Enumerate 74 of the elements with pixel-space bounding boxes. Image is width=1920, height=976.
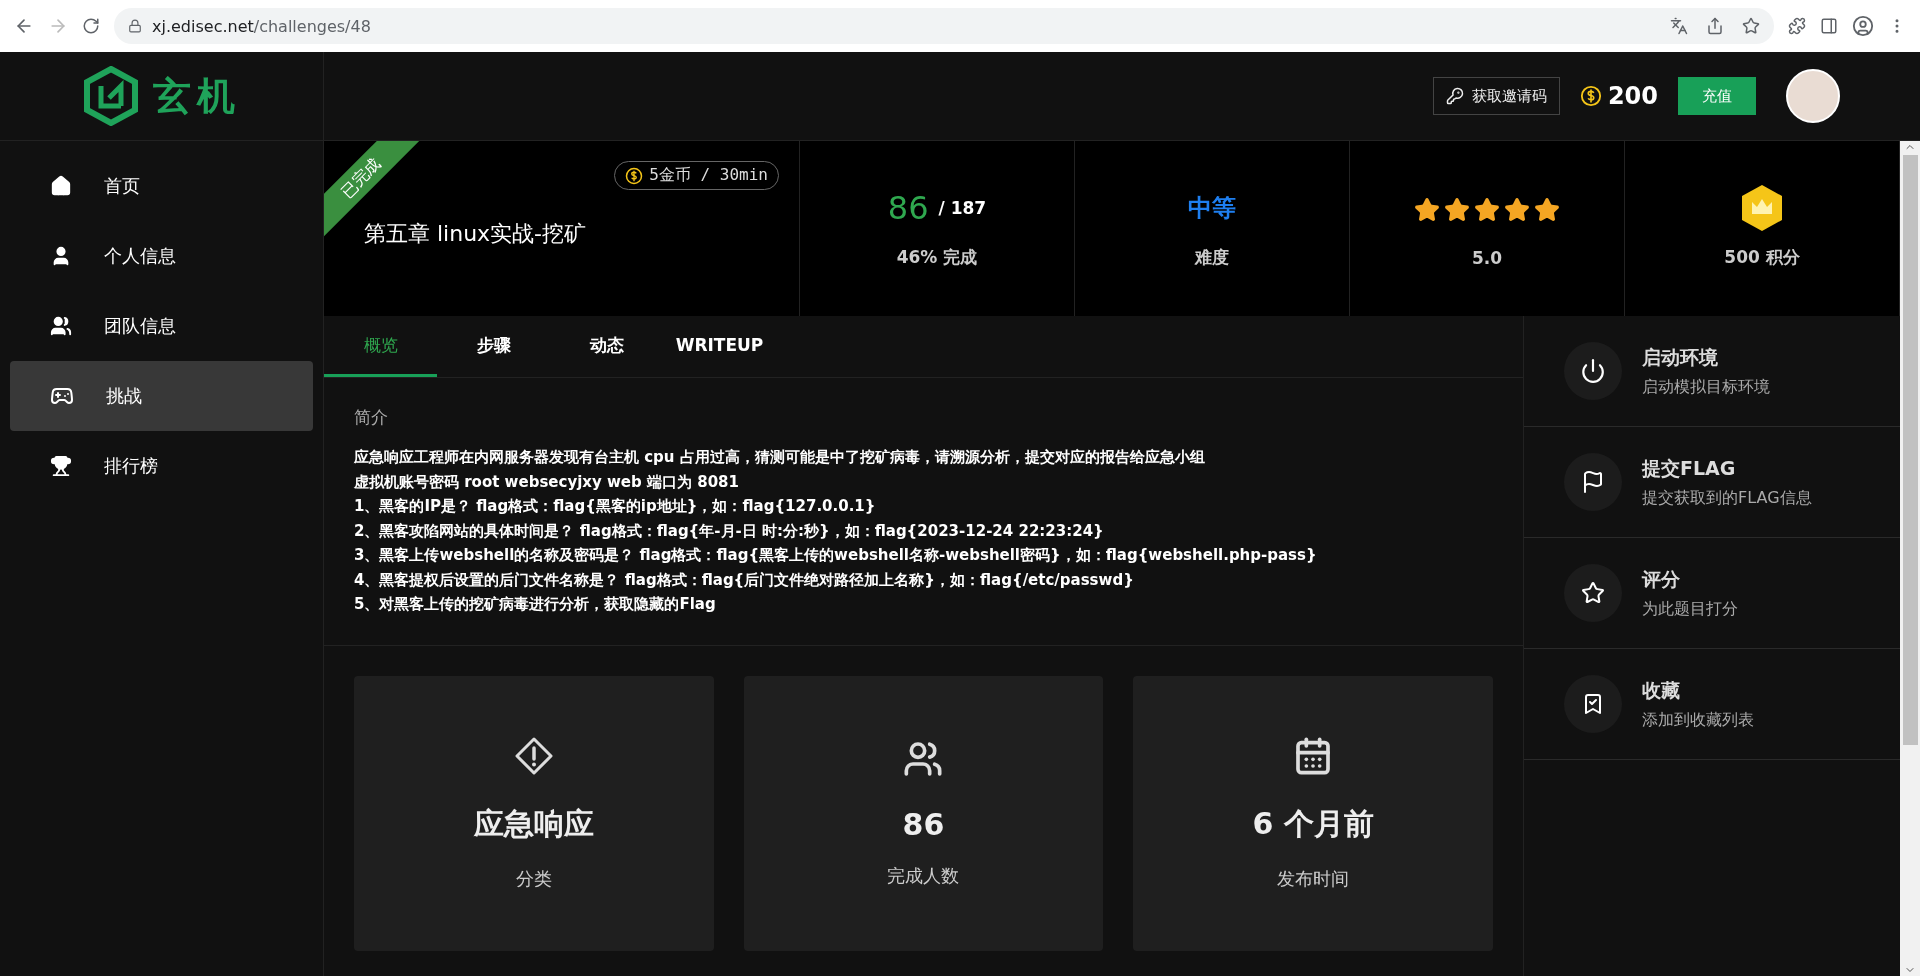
description-line: 5、对黑客上传的挖矿病毒进行分析，获取隐藏的Flag	[354, 594, 717, 615]
action-title: 评分	[1642, 566, 1681, 592]
coin-icon	[1579, 85, 1602, 107]
card-label: 发布时间	[1277, 866, 1350, 891]
section-heading: 简介	[354, 406, 389, 429]
description-line: 4、黑客提权后设置的后门文件名称是？ flag格式：flag{后门文件绝对路径加上名称}，如：flag{/etc/passwd}	[354, 569, 1135, 591]
action-subtitle: 启动模拟目标环境	[1642, 376, 1770, 398]
scrollbar-thumb[interactable]	[1902, 155, 1918, 745]
description-line: 虚拟机账号密码 root websecyjxy web 端口为 8081	[354, 471, 740, 493]
tab[interactable]: 动态	[550, 316, 663, 377]
home-icon	[50, 175, 72, 197]
card-value: 86	[902, 806, 945, 842]
crown-badge-icon	[1739, 183, 1785, 233]
coin-balance: 200	[1607, 82, 1658, 110]
diamond-alert-icon	[513, 735, 554, 776]
bookmark-star-icon[interactable]	[1742, 17, 1760, 35]
action-subtitle: 提交获取到的FLAG信息	[1642, 487, 1812, 509]
card-label: 分类	[515, 866, 552, 891]
solved-count: 86	[887, 189, 929, 227]
key-icon	[1445, 87, 1464, 105]
address-bar[interactable]: xj.edisec.net/challenges/48	[114, 8, 1774, 44]
star-icon	[1474, 196, 1500, 223]
action-item[interactable]: 启动环境 启动模拟目标环境	[1524, 316, 1900, 427]
scrollbar[interactable]	[1900, 141, 1920, 976]
action-title: 启动环境	[1642, 344, 1719, 370]
tab[interactable]: 概览	[324, 316, 437, 377]
star-icon	[1414, 196, 1440, 223]
tab[interactable]: WRITEUP	[663, 316, 776, 377]
card-label: 完成人数	[887, 863, 960, 888]
reload-icon[interactable]	[82, 17, 100, 35]
star-icon	[1444, 196, 1470, 223]
translate-icon[interactable]	[1670, 17, 1688, 35]
star-icon	[1504, 196, 1530, 223]
action-item[interactable]: 收藏 添加到收藏列表	[1524, 649, 1900, 760]
coin-icon	[625, 166, 644, 185]
logo-text: 玄机	[152, 72, 241, 120]
description-line: 3、黑客上传webshell的名称及密码是？ flag格式：flag{黑客上传的webshell名称-webshell密码}，如：flag{webshell.php-pass}	[354, 545, 1318, 566]
rating-value: 5.0	[1471, 247, 1503, 268]
progress-text: 46% 完成	[896, 246, 978, 269]
sidebar-item[interactable]: 个人信息	[10, 221, 313, 291]
action-subtitle: 添加到收藏列表	[1642, 709, 1754, 731]
sidebar-item[interactable]: 排行榜	[10, 431, 313, 501]
action-item[interactable]: 提交FLAG 提交获取到的FLAG信息	[1524, 427, 1900, 538]
difficulty-label: 难度	[1195, 246, 1229, 269]
tab[interactable]: 步骤	[437, 316, 550, 377]
description-line: 应急响应工程师在内网服务器发现有台主机 cpu 占用过高，猜测可能是中了挖矿病毒，请溯源分析，提交对应的报告给应急小组	[354, 447, 1206, 468]
sidebar-item[interactable]: 首页	[10, 151, 313, 221]
action-subtitle: 为此题目打分	[1642, 598, 1738, 620]
sidebar-item[interactable]: 团队信息	[10, 291, 313, 361]
avatar[interactable]	[1786, 69, 1840, 123]
profile-icon[interactable]	[1852, 15, 1874, 37]
description-line: 2、黑客攻陷网站的具体时间是？ flag格式：flag{年-月-日 时:分:秒}，如：flag{2023-12-24 22:23:24}	[354, 520, 1105, 542]
description-line: 1、黑客的IP是？ flag格式：flag{黑客的ip地址}，如：flag{127.0.0.1}	[354, 496, 877, 517]
points-text: 500 积分	[1724, 246, 1800, 269]
url-text: xj.edisec.net/challenges/48	[152, 16, 371, 36]
side-panel-icon[interactable]	[1820, 17, 1838, 35]
sidebar-item[interactable]: 挑战	[10, 361, 313, 431]
action-title: 收藏	[1642, 677, 1681, 703]
card-value: 应急响应	[473, 804, 594, 843]
lock-icon	[128, 19, 142, 33]
extensions-icon[interactable]	[1788, 17, 1806, 35]
logo-icon	[82, 66, 139, 126]
people-icon	[50, 315, 72, 337]
difficulty-value: 中等	[1188, 193, 1236, 224]
cost-text: 5金币 / 30min	[649, 165, 768, 186]
card-value: 6 个月前	[1252, 804, 1374, 843]
action-item[interactable]: 评分 为此题目打分	[1524, 538, 1900, 649]
star-icon	[1534, 196, 1560, 223]
total-count: / 187	[938, 198, 987, 218]
share-icon[interactable]	[1706, 17, 1724, 35]
action-title: 提交FLAG	[1642, 455, 1737, 481]
trophy-icon	[50, 455, 72, 477]
challenge-title: 第五章 linux实战-挖矿	[364, 219, 587, 248]
invite-code-button[interactable]: 获取邀请码	[1432, 77, 1560, 115]
